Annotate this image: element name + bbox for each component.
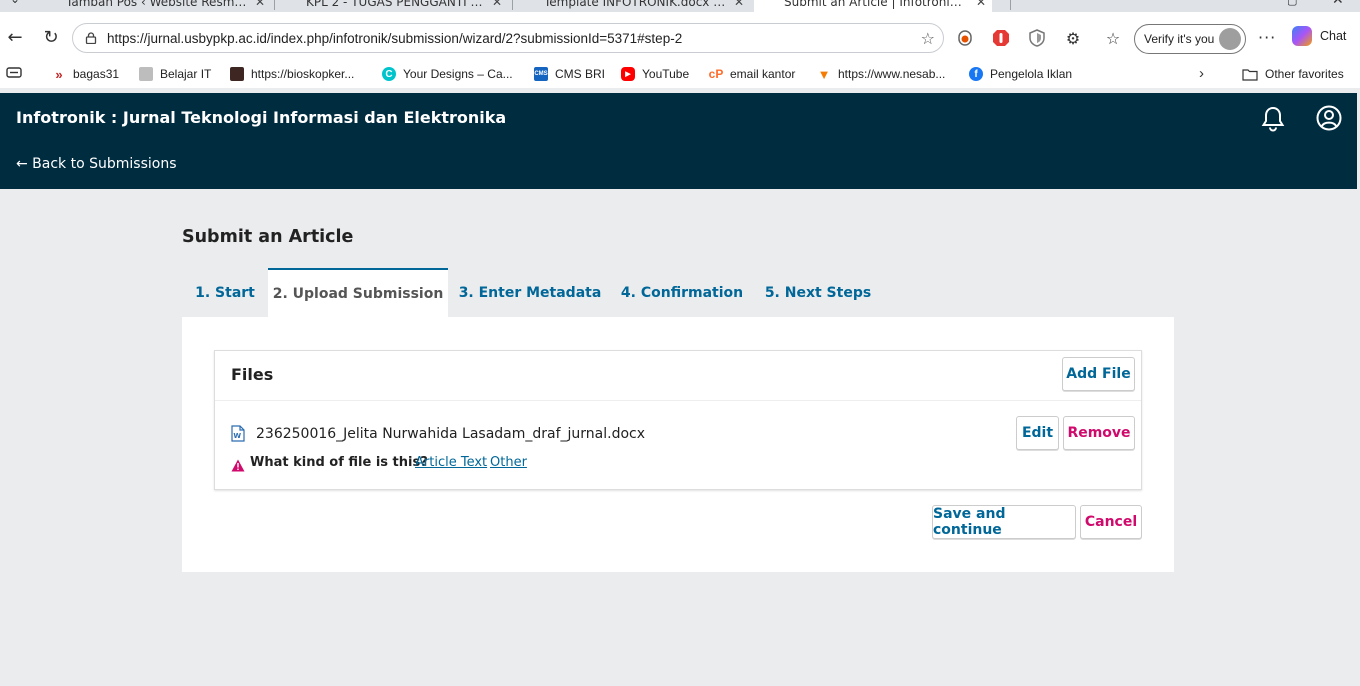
remove-file-button[interactable]: Remove [1063, 416, 1135, 450]
tab-upload-submission[interactable]: 2. Upload Submission [268, 268, 448, 317]
back-arrow-icon[interactable]: ← [4, 26, 26, 48]
files-heading: Files [231, 365, 274, 384]
close-icon[interactable]: ✕ [255, 0, 265, 9]
bookmark-label: bagas31 [73, 67, 120, 81]
bookmark-label: CMS BRI [555, 67, 606, 81]
close-window-icon[interactable]: ✕ [1332, 0, 1344, 8]
belajar-it-icon [139, 67, 153, 81]
copilot-chat-button[interactable]: Chat [1292, 26, 1346, 46]
url-text: https://jurnal.usbypkp.ac.id/index.php/i… [107, 30, 683, 46]
bookmark-label: Belajar IT [160, 67, 212, 81]
notifications-bell-icon[interactable] [1260, 105, 1286, 133]
reading-list-icon[interactable] [6, 66, 22, 80]
cancel-button[interactable]: Cancel [1080, 505, 1142, 539]
tab-separator [512, 0, 513, 10]
add-file-button[interactable]: Add File [1062, 357, 1135, 391]
bioskop-icon [230, 67, 244, 81]
minimize-window-icon[interactable]: ▢ [1287, 0, 1297, 7]
browser-tab-2[interactable]: KPL 2 - TUGAS PENGGANTI PERTE ✕ [280, 0, 508, 12]
tab-confirmation[interactable]: 4. Confirmation [612, 268, 752, 317]
files-list-panel: Files Add File W 236250016_Jelita Nurwah… [214, 350, 1142, 490]
bookmark-cms-bri[interactable]: CMS CMS BRI [534, 67, 605, 81]
site-info-icon[interactable] [85, 32, 97, 44]
tab-start[interactable]: 1. Start [182, 268, 268, 317]
bookmark-email-kantor[interactable]: cP email kantor [708, 67, 796, 81]
canva-icon: C [382, 67, 396, 81]
close-icon[interactable]: ✕ [492, 0, 502, 9]
chat-label: Chat [1320, 29, 1347, 43]
browser-tab-4-title: Submit an Article | Infotronik : Jur [784, 0, 964, 9]
file-name-link[interactable]: 236250016_Jelita Nurwahida Lasadam_draf_… [256, 426, 645, 442]
close-icon[interactable]: ✕ [976, 0, 986, 9]
folder-icon [1242, 67, 1258, 81]
favorites-icon[interactable]: ☆ [1103, 28, 1123, 48]
bookmarks-overflow-chevron-icon[interactable]: › [1199, 65, 1204, 82]
close-icon[interactable]: ✕ [734, 0, 744, 9]
bookmarks-bar: » bagas31 Belajar IT https://bioskopker.… [0, 62, 1360, 88]
bookmark-pengelola-iklan[interactable]: f Pengelola Iklan [969, 67, 1072, 81]
edit-file-button[interactable]: Edit [1016, 416, 1059, 450]
bookmark-label: email kantor [730, 67, 796, 81]
favorite-star-icon[interactable]: ☆ [921, 29, 935, 48]
bookmark-belajar-it[interactable]: Belajar IT [139, 67, 211, 81]
copilot-icon [1292, 26, 1312, 46]
verify-label: Verify it's you [1144, 32, 1215, 46]
more-options-icon[interactable]: ··· [1258, 28, 1276, 47]
word-document-icon: W [231, 425, 245, 442]
bookmark-youtube[interactable]: ▶ YouTube [621, 67, 689, 81]
browser-toolbar: ← ↻ https://jurnal.usbypkp.ac.id/index.p… [0, 12, 1360, 62]
other-favorites[interactable]: Other favorites [1242, 67, 1344, 81]
browser-tab-4-active[interactable]: Submit an Article | Infotronik : Jur ✕ [754, 0, 992, 12]
browser-tab-1-title: Tambah Pos ‹ Website Resmi PT Zo [66, 0, 248, 9]
other-favorites-label: Other favorites [1265, 67, 1344, 81]
back-to-submissions-link[interactable]: ← Back to Submissions [16, 156, 177, 172]
tab-list-chevron-icon[interactable]: ⌄ [4, 0, 26, 10]
extensions-puzzle-icon[interactable]: ⚙ [1063, 28, 1083, 48]
user-account-icon[interactable] [1316, 105, 1342, 131]
genre-article-text-link[interactable]: Article Text [415, 455, 487, 470]
bookmark-nesab[interactable]: ▼ https://www.nesab... [817, 66, 946, 82]
bookmark-bioskop[interactable]: https://bioskopker... [230, 67, 354, 81]
facebook-icon: f [969, 67, 983, 81]
bagas31-icon: » [55, 66, 63, 82]
wizard-panel: Files Add File W 236250016_Jelita Nurwah… [182, 317, 1174, 572]
bookmark-label: Pengelola Iklan [990, 67, 1073, 81]
fox-icon: ▼ [817, 66, 831, 82]
bookmark-canva[interactable]: C Your Designs – Ca... [382, 67, 513, 81]
warning-icon [231, 457, 245, 472]
youtube-icon: ▶ [621, 67, 635, 81]
browser-tab-1[interactable]: Tambah Pos ‹ Website Resmi PT Zo ✕ [46, 0, 271, 12]
bookmark-label: https://bioskopker... [251, 67, 355, 81]
tab-next-steps[interactable]: 5. Next Steps [752, 268, 884, 317]
bookmark-label: Your Designs – Ca... [403, 67, 513, 81]
file-type-question: What kind of file is this? [250, 455, 428, 470]
browser-tab-strip: ⌄ Tambah Pos ‹ Website Resmi PT Zo ✕ KPL… [0, 0, 1360, 12]
shield-extension-icon[interactable] [1027, 28, 1047, 48]
page-title: Submit an Article [182, 227, 354, 247]
browser-tab-3[interactable]: Template INFOTRONIK.docx - Goo ✕ [518, 0, 750, 12]
genre-other-link[interactable]: Other [490, 455, 527, 470]
divider [215, 400, 1141, 401]
svg-text:W: W [233, 432, 241, 440]
extension-shield-orange-icon[interactable] [955, 28, 975, 48]
tab-separator [1010, 0, 1011, 10]
cms-bri-icon: CMS [534, 67, 548, 81]
browser-tab-2-title: KPL 2 - TUGAS PENGGANTI PERTE [306, 0, 486, 9]
bookmark-label: https://www.nesab... [838, 67, 946, 81]
address-bar[interactable]: https://jurnal.usbypkp.ac.id/index.php/i… [72, 23, 944, 53]
bookmark-label: YouTube [642, 67, 690, 81]
adblock-extension-icon[interactable] [991, 28, 1011, 48]
verify-profile-button[interactable]: Verify it's you [1134, 24, 1246, 54]
browser-tab-3-title: Template INFOTRONIK.docx - Goo [544, 0, 728, 9]
bookmark-bagas31[interactable]: » bagas31 [52, 66, 120, 82]
tab-enter-metadata[interactable]: 3. Enter Metadata [448, 268, 612, 317]
profile-avatar [1219, 28, 1241, 50]
reload-icon[interactable]: ↻ [40, 26, 62, 48]
tab-separator [274, 0, 275, 10]
journal-header: Infotronik : Jurnal Teknologi Informasi … [0, 93, 1357, 189]
cpanel-icon: cP [708, 67, 724, 81]
save-and-continue-button[interactable]: Save and continue [932, 505, 1076, 539]
journal-title: Infotronik : Jurnal Teknologi Informasi … [16, 108, 507, 127]
